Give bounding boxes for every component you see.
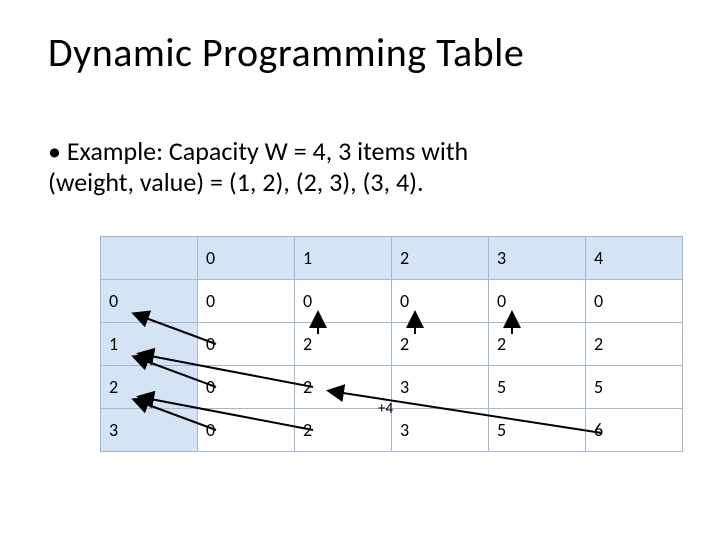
cell: 0 <box>198 366 295 409</box>
cell: 3 <box>392 409 489 452</box>
cell: 0 <box>198 323 295 366</box>
cell: 2 <box>586 323 683 366</box>
row-header: 3 <box>101 409 198 452</box>
cell: 0 <box>198 280 295 323</box>
cell: 0 <box>392 280 489 323</box>
cell: 3 <box>392 366 489 409</box>
cell: 0 <box>489 280 586 323</box>
col-header: 0 <box>198 237 295 280</box>
table-header-row: 0 1 2 3 4 <box>101 237 683 280</box>
bullet-line-2: (weight, value) = (1, 2), (2, 3), (3, 4)… <box>48 166 424 198</box>
row-header: 2 <box>101 366 198 409</box>
cell: 2 <box>295 409 392 452</box>
cell: 2 <box>295 323 392 366</box>
cell: 5 <box>489 409 586 452</box>
cell: 5 <box>586 366 683 409</box>
col-header: 1 <box>295 237 392 280</box>
col-header: 4 <box>586 237 683 280</box>
col-header: 2 <box>392 237 489 280</box>
cell: 2 <box>392 323 489 366</box>
page-title: Dynamic Programming Table <box>48 28 524 77</box>
cell: 5 <box>489 366 586 409</box>
plus4-label: +4 <box>378 400 393 418</box>
row-header: 0 <box>101 280 198 323</box>
header-corner <box>101 237 198 280</box>
bullet-line-1: Example: Capacity W = 4, 3 items with <box>67 135 468 167</box>
row-header: 1 <box>101 323 198 366</box>
dp-table-wrap: 0 1 2 3 4 0 0 0 0 0 0 1 0 2 2 2 2 <box>100 236 683 452</box>
cell: 6 <box>586 409 683 452</box>
cell: 0 <box>586 280 683 323</box>
col-header: 3 <box>489 237 586 280</box>
dp-table: 0 1 2 3 4 0 0 0 0 0 0 1 0 2 2 2 2 <box>100 236 683 452</box>
slide: Dynamic Programming Table Example: Capac… <box>0 0 720 540</box>
cell: 0 <box>198 409 295 452</box>
table-row: 1 0 2 2 2 2 <box>101 323 683 366</box>
cell: 0 <box>295 280 392 323</box>
example-bullet: Example: Capacity W = 4, 3 items with (w… <box>48 136 468 198</box>
cell: 2 <box>295 366 392 409</box>
cell: 2 <box>489 323 586 366</box>
table-row: 0 0 0 0 0 0 <box>101 280 683 323</box>
